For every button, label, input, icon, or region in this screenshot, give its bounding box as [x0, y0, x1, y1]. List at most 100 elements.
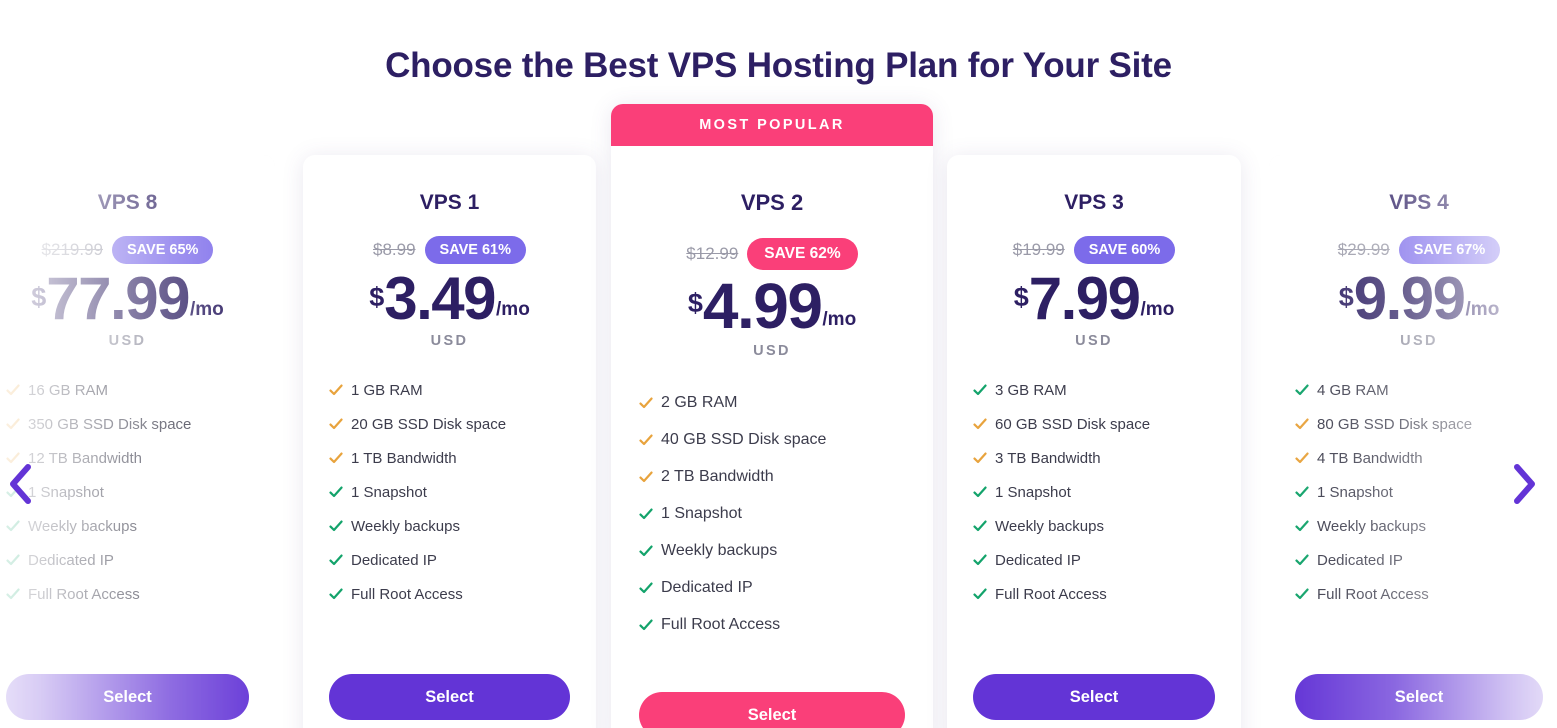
feature-label: Full Root Access [661, 616, 781, 634]
feature-item: 1 Snapshot [329, 475, 570, 509]
plan-card-vps8[interactable]: VPS 8 $219.99 SAVE 65% $ 77.99 /mo USD 1… [0, 155, 275, 728]
feature-label: 16 GB RAM [28, 381, 109, 399]
plan-price: $ 3.49 /mo [329, 269, 570, 329]
feature-item: Dedicated IP [329, 543, 570, 577]
plan-old-price: $219.99 [41, 240, 103, 259]
check-icon [1295, 485, 1309, 499]
plan-price: $ 77.99 /mo [6, 269, 249, 329]
plan-currency-code: USD [430, 333, 469, 349]
feature-label: 350 GB SSD Disk space [28, 415, 192, 433]
feature-item: 20 GB SSD Disk space [329, 407, 570, 441]
most-popular-badge: MOST POPULAR [611, 104, 933, 146]
plan-currency-code: USD [108, 333, 147, 349]
plan-card-body: VPS 2 $12.99 SAVE 62% $ 4.99 /mo USD 2 G… [611, 190, 933, 644]
plan-price: $ 4.99 /mo [639, 270, 905, 342]
currency-symbol: $ [1013, 282, 1029, 312]
feature-item: 2 GB RAM [639, 385, 905, 422]
plan-card-body: VPS 1 $8.99 SAVE 61% $ 3.49 /mo USD 1 GB… [303, 191, 596, 611]
check-icon [329, 383, 343, 397]
plan-save-badge: SAVE 65% [111, 236, 214, 264]
plan-amount: 9.99 [1353, 265, 1466, 332]
pricing-page: Choose the Best VPS Hosting Plan for You… [0, 0, 1557, 728]
feature-label: Dedicated IP [1317, 551, 1403, 569]
check-icon [973, 451, 987, 465]
feature-label: Dedicated IP [28, 551, 114, 569]
feature-item: 3 GB RAM [973, 373, 1215, 407]
plan-price-header: $8.99 SAVE 61% [329, 236, 570, 264]
feature-item: Full Root Access [973, 577, 1215, 611]
currency-symbol: $ [687, 288, 703, 318]
pricing-carousel: VPS 8 $219.99 SAVE 65% $ 77.99 /mo USD 1… [0, 0, 1557, 728]
plan-amount: 4.99 [702, 270, 823, 342]
feature-label: Weekly backups [995, 517, 1104, 535]
check-icon [329, 519, 343, 533]
plan-old-price: $19.99 [1012, 240, 1065, 259]
feature-item: 1 Snapshot [6, 475, 249, 509]
plan-feature-list: 2 GB RAM 40 GB SSD Disk space 2 TB Bandwid… [639, 385, 905, 644]
plan-card-vps4[interactable]: VPS 4 $29.99 SAVE 67% $ 9.99 /mo USD 4 G… [1269, 155, 1557, 728]
check-icon [6, 417, 20, 431]
check-icon [639, 433, 653, 447]
feature-label: Full Root Access [995, 585, 1107, 603]
check-icon [639, 507, 653, 521]
feature-label: 1 Snapshot [351, 483, 427, 501]
plan-save-badge: SAVE 60% [1073, 236, 1176, 264]
feature-label: 1 GB RAM [351, 381, 423, 399]
plan-period: /mo [1140, 299, 1175, 320]
plan-feature-list: 1 GB RAM 20 GB SSD Disk space 1 TB Bandwid… [329, 373, 570, 611]
plan-card-vps1[interactable]: VPS 1 $8.99 SAVE 61% $ 3.49 /mo USD 1 GB… [303, 155, 596, 728]
plan-period: /mo [496, 299, 530, 320]
select-button-vps3[interactable]: Select [973, 674, 1215, 720]
plan-name: VPS 1 [419, 191, 480, 214]
plan-currency-code: USD [1400, 333, 1438, 349]
feature-label: 1 Snapshot [661, 505, 742, 523]
plan-save-badge: SAVE 61% [424, 236, 526, 264]
check-icon [329, 553, 343, 567]
carousel-next-button[interactable] [1505, 456, 1545, 512]
select-button-vps8[interactable]: Select [6, 674, 249, 720]
feature-label: 80 GB SSD Disk space [1317, 415, 1473, 433]
feature-label: 12 TB Bandwidth [28, 449, 142, 467]
feature-item: Weekly backups [1295, 509, 1543, 543]
check-icon [639, 396, 653, 410]
check-icon [329, 587, 343, 601]
plan-old-price: $29.99 [1337, 240, 1390, 259]
feature-item: Full Root Access [6, 577, 249, 611]
plan-price: $ 9.99 /mo [1295, 265, 1543, 332]
feature-item: 3 TB Bandwidth [973, 441, 1215, 475]
check-icon [329, 451, 343, 465]
plan-card-vps3[interactable]: VPS 3 $19.99 SAVE 60% $ 7.99 /mo USD 3 G… [947, 155, 1241, 728]
feature-label: 1 Snapshot [1317, 483, 1393, 501]
feature-item: 60 GB SSD Disk space [973, 407, 1215, 441]
check-icon [6, 553, 20, 567]
check-icon [1295, 519, 1309, 533]
plan-name: VPS 8 [97, 191, 158, 214]
plan-card-vps2[interactable]: MOST POPULAR VPS 2 $12.99 SAVE 62% $ 4.9… [611, 104, 933, 728]
feature-item: 2 TB Bandwidth [639, 459, 905, 496]
select-button-vps2[interactable]: Select [639, 692, 905, 728]
feature-label: Dedicated IP [995, 551, 1081, 569]
select-button-vps1[interactable]: Select [329, 674, 570, 720]
feature-item: Weekly backups [329, 509, 570, 543]
check-icon [973, 417, 987, 431]
feature-label: 4 GB RAM [1317, 381, 1389, 399]
select-button-vps4[interactable]: Select [1295, 674, 1543, 720]
currency-symbol: $ [31, 282, 47, 312]
feature-item: 1 GB RAM [329, 373, 570, 407]
chevron-right-icon [1512, 463, 1538, 505]
feature-item: Dedicated IP [973, 543, 1215, 577]
check-icon [329, 417, 343, 431]
check-icon [639, 544, 653, 558]
feature-item: 40 GB SSD Disk space [639, 422, 905, 459]
check-icon [973, 553, 987, 567]
plan-price-header: $12.99 SAVE 62% [639, 238, 905, 270]
check-icon [329, 485, 343, 499]
carousel-prev-button[interactable] [0, 456, 40, 512]
feature-label: 1 Snapshot [995, 483, 1071, 501]
feature-label: 3 GB RAM [995, 381, 1067, 399]
currency-symbol: $ [1338, 282, 1354, 312]
plan-period: /mo [1465, 299, 1500, 320]
feature-label: Weekly backups [661, 542, 778, 560]
check-icon [1295, 383, 1309, 397]
feature-label: Full Root Access [1317, 585, 1429, 603]
